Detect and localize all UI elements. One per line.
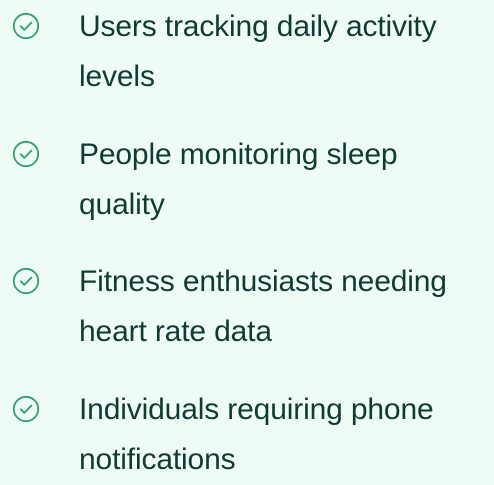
list-item-label: Individuals requiring phone notification… — [79, 393, 434, 476]
list-item-label: Fitness enthusiasts needing heart rate d… — [79, 265, 447, 348]
feature-checklist: Users tracking daily activity levels Peo… — [0, 0, 494, 476]
list-item-label: Users tracking daily activity levels — [79, 10, 437, 93]
list-item-label: People monitoring sleep quality — [79, 138, 398, 221]
check-circle-icon — [11, 11, 41, 41]
check-circle-icon — [11, 394, 41, 424]
check-circle-icon — [11, 139, 41, 169]
check-circle-icon — [11, 266, 41, 296]
